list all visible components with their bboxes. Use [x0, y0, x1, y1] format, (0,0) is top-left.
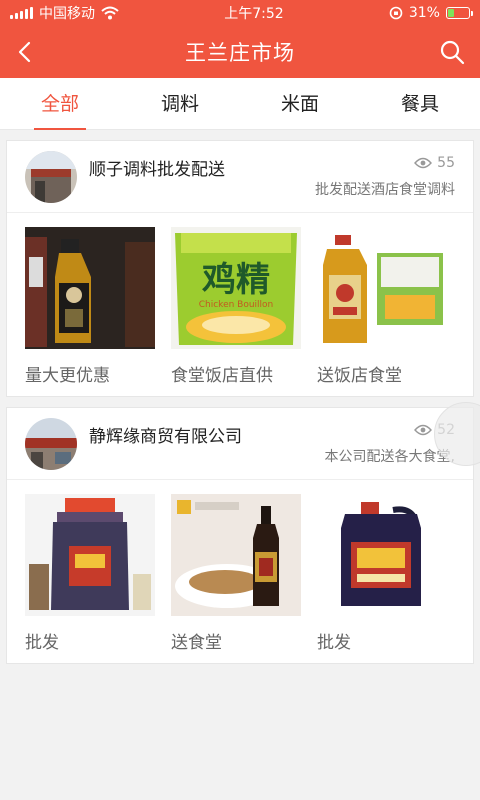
- product-label: 批发: [317, 633, 351, 653]
- product-item[interactable]: 送食堂: [171, 494, 301, 653]
- tab-seasoning[interactable]: 调料: [120, 78, 240, 130]
- product-list: 量大更优惠 鸡精 Chicken Bouillon 食堂饭店直供 送饭店食堂: [7, 213, 473, 396]
- wifi-icon: [101, 6, 119, 20]
- shop-header[interactable]: 顺子调料批发配送 55 批发配送酒店食堂调料: [7, 141, 473, 213]
- tab-tableware[interactable]: 餐具: [360, 78, 480, 130]
- product-image: [171, 494, 301, 616]
- tab-rice-noodles[interactable]: 米面: [240, 78, 360, 130]
- product-image-text: 鸡精: [202, 260, 270, 300]
- view-count: 55: [414, 155, 455, 171]
- shop-card[interactable]: 静辉缘商贸有限公司 52 本公司配送各大食堂,: [6, 407, 474, 664]
- eye-icon: [414, 424, 433, 436]
- product-item[interactable]: 量大更优惠: [25, 227, 155, 386]
- shop-card[interactable]: 顺子调料批发配送 55 批发配送酒店食堂调料 量大更优惠 鸡精 Chicken …: [6, 140, 474, 397]
- shop-description: 批发配送酒店食堂调料: [315, 182, 455, 198]
- nav-bar: 王兰庄市场: [0, 26, 480, 78]
- product-item[interactable]: 鸡精 Chicken Bouillon 食堂饭店直供: [171, 227, 301, 386]
- tab-all[interactable]: 全部: [0, 78, 120, 130]
- shop-avatar: [25, 150, 77, 203]
- carrier-label: 中国移动: [39, 6, 95, 22]
- back-arrow-icon[interactable]: [12, 38, 40, 66]
- shop-name: 静辉缘商贸有限公司: [89, 427, 242, 447]
- product-image: [25, 227, 155, 349]
- eye-icon: [414, 157, 433, 169]
- clock: 上午7:52: [224, 6, 284, 22]
- page-title: 王兰庄市场: [185, 41, 295, 65]
- product-image: [317, 227, 447, 349]
- view-count-value: 55: [437, 155, 455, 171]
- product-label: 送食堂: [171, 633, 222, 653]
- search-icon[interactable]: [438, 38, 466, 66]
- product-label: 送饭店食堂: [317, 366, 402, 386]
- top-bar: 中国移动 上午7:52 31% 王兰庄市场: [0, 0, 480, 78]
- product-label: 批发: [25, 633, 59, 653]
- shop-header[interactable]: 静辉缘商贸有限公司 52 本公司配送各大食堂,: [7, 408, 473, 480]
- product-label: 食堂饭店直供: [171, 366, 273, 386]
- category-tabs: 全部 调料 米面 餐具: [0, 78, 480, 130]
- product-image: [25, 494, 155, 616]
- product-item[interactable]: 批发: [317, 494, 447, 653]
- status-bar: 中国移动 上午7:52 31%: [0, 0, 480, 26]
- product-image: 鸡精 Chicken Bouillon: [171, 227, 301, 349]
- battery-icon: [445, 7, 473, 19]
- shop-description: 本公司配送各大食堂,: [324, 449, 455, 465]
- product-item[interactable]: 送饭店食堂: [317, 227, 447, 386]
- product-image-subtext: Chicken Bouillon: [199, 300, 274, 310]
- product-list: 批发 送食堂 批发: [7, 480, 473, 663]
- shop-avatar: [25, 417, 77, 470]
- product-label: 量大更优惠: [25, 366, 110, 386]
- signal-icon: [10, 7, 33, 19]
- product-item[interactable]: 批发: [25, 494, 155, 653]
- battery-percent: 31%: [408, 5, 440, 21]
- orientation-lock-icon: [389, 6, 403, 20]
- product-image: [317, 494, 447, 616]
- shop-name: 顺子调料批发配送: [89, 160, 225, 180]
